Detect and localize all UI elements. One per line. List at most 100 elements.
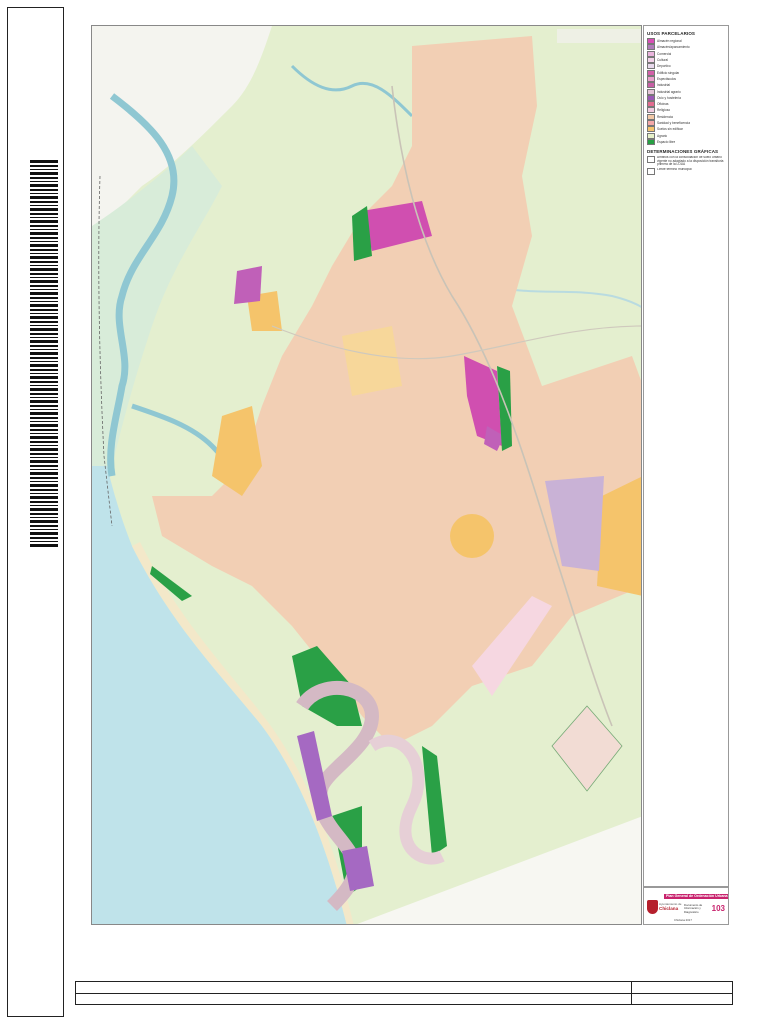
legend-swatch (647, 69, 655, 76)
barcode-bar (30, 349, 58, 350)
barcode-bar (30, 213, 58, 215)
barcode-bar (30, 169, 58, 170)
diamond-urbanization (551, 705, 623, 792)
barcode-bar (30, 489, 58, 491)
barcode-bar (30, 325, 58, 326)
legend-label: Sanidad y beneficencia (657, 121, 690, 125)
barcode-bar (30, 304, 58, 307)
barcode-bar (30, 352, 58, 355)
map-viewport[interactable] (91, 25, 642, 925)
barcode-bar (30, 412, 58, 415)
barcode-bar (30, 160, 58, 163)
legend-label: Edificio singular (657, 70, 680, 75)
barcode-bar (30, 249, 58, 251)
barcode-bar (30, 225, 58, 227)
barcode-bar (30, 172, 58, 175)
legend-label: Almacén/aparcamiento (657, 45, 690, 50)
map-legend: USOS PARCELARIOS Almacén regional Almacén… (643, 25, 729, 887)
barcode-bar (30, 448, 58, 451)
barcode-bar (30, 177, 58, 179)
barcode-bar (30, 400, 58, 403)
legend-swatch (647, 120, 655, 126)
barcode-bar (30, 397, 58, 398)
barcode-bar (30, 520, 58, 523)
barcode-bar (30, 208, 58, 211)
barcode-bar (30, 309, 58, 311)
barcode-bar (30, 369, 58, 371)
legend-graphic-list: Ámbitos con la consolidación de suelo ur… (647, 156, 725, 175)
barcode-bar (30, 316, 58, 319)
barcode-bar (30, 445, 58, 446)
sheet-footer: Chiclana 2017 (674, 918, 692, 922)
barcode-bar (30, 429, 58, 431)
legend-label: Suelos sin edificar (657, 127, 683, 132)
barcode-bar (30, 232, 58, 235)
legend-swatch (647, 44, 655, 51)
barcode-bar (30, 472, 58, 475)
vacant-plot-center (342, 326, 402, 396)
barcode-bar (30, 373, 58, 374)
legend-label: Deportivo (657, 64, 671, 69)
barcode-bar (30, 340, 58, 343)
southeast-non-municipal (357, 816, 641, 924)
barcode-bar (30, 405, 58, 407)
greenspace-south (422, 746, 447, 856)
title-block: Plan General de Ordenación Urbana Ayunta… (643, 887, 729, 925)
legend-swatch (647, 138, 655, 145)
legend-graphic-title: DETERMINACIONES GRÁFICAS (647, 149, 719, 155)
map-note-block (557, 29, 641, 43)
legend-label: Espectáculos (657, 76, 676, 81)
legend-swatch (647, 156, 655, 164)
barcode-bar (30, 181, 58, 182)
barcode-bar (30, 196, 58, 199)
legend-label: Ocio y hostelería (657, 95, 681, 100)
barcode-bar (30, 268, 58, 271)
legend-label: Industrial agrario (657, 89, 681, 94)
legend-label: Almacén regional (657, 39, 682, 44)
legend-label: Espacio libre (657, 139, 676, 144)
legend-item: Espacio libre (647, 138, 725, 145)
legend-label: Límite término municipal (657, 167, 692, 171)
coat-of-arms-icon (647, 900, 658, 914)
legend-item: Ámbitos con la consolidación de suelo ur… (647, 156, 725, 167)
barcode-bar (30, 289, 58, 290)
legend-swatch (647, 63, 655, 70)
barcode-bar (30, 541, 58, 542)
barcode-bar (30, 241, 58, 242)
legend-label: Comercial (657, 51, 672, 56)
barcode-bar (30, 273, 58, 275)
legend-label: Oficinas (657, 102, 669, 107)
barcode-bar (30, 517, 58, 518)
barcode-bar (30, 508, 58, 511)
barcode-bar (30, 301, 58, 302)
barcode-bar (30, 297, 58, 299)
barcode-bar (30, 345, 58, 347)
legend-swatch (647, 38, 655, 45)
urban-core (152, 36, 641, 746)
barcode-bar (30, 496, 58, 499)
legend-swatch (647, 57, 655, 64)
barcode-bar (30, 361, 58, 362)
barcode-bar (30, 261, 58, 263)
barcode-bar (30, 321, 58, 323)
legend-swatch (647, 94, 655, 101)
barcode-bar (30, 477, 58, 479)
barcode-bar (30, 424, 58, 427)
legend-label: Agrario (657, 133, 668, 138)
legend-uses-list: Almacén regional Almacén/aparcamiento Come… (647, 38, 725, 145)
barcode-bar (30, 385, 58, 386)
barcode-bar (30, 328, 58, 331)
barcode-bar (30, 333, 58, 335)
legend-swatch (647, 167, 655, 175)
barcode-bar (30, 525, 58, 527)
barcode-bar (30, 433, 58, 434)
plan-title: Plan General de Ordenación Urbana (664, 894, 728, 899)
barcode-bar (30, 493, 58, 494)
municipality-name: Chiclana (659, 906, 679, 911)
commercial-west (234, 266, 262, 304)
barcode-bar (30, 256, 58, 259)
barcode-bar (30, 421, 58, 422)
barcode-icon (30, 160, 58, 547)
barcode-bar (30, 277, 58, 278)
legend-swatch (647, 113, 655, 120)
